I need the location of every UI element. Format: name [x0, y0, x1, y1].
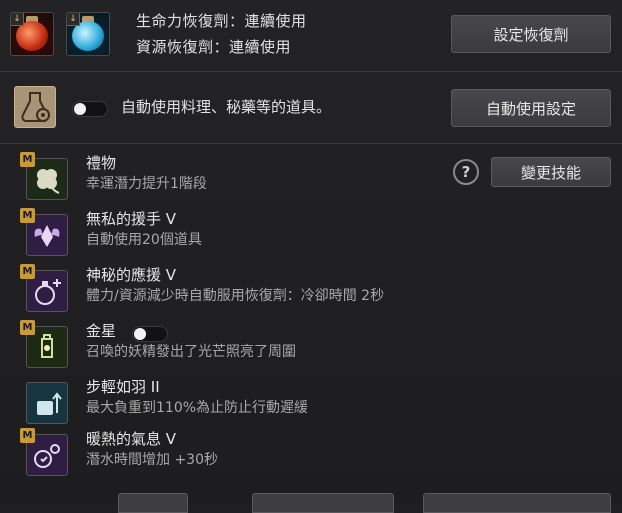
divider — [0, 143, 622, 144]
m-badge: M — [20, 264, 35, 279]
potion-settings-button[interactable]: 設定恢復劑 — [451, 15, 611, 53]
bottom-button[interactable] — [252, 493, 394, 513]
divider — [0, 71, 622, 72]
m-badge: M — [20, 208, 35, 223]
skill-item: M 禮物 幸運潛力提升1階段 — [20, 152, 480, 204]
continuous-use-icon: ↓ — [67, 13, 80, 26]
change-skill-button[interactable]: 變更技能 — [491, 157, 611, 187]
venus-toggle[interactable] — [132, 326, 168, 342]
skill-name: 暖熱的氣息 V — [86, 430, 177, 448]
skill-description: 召喚的妖精發出了光芒照亮了周圍 — [86, 344, 296, 360]
auto-use-toggle[interactable] — [72, 101, 108, 117]
hp-potion-label: 生命力恢復劑：連續使用 — [136, 12, 307, 30]
m-badge: M — [20, 428, 35, 443]
skill-description: 體力/資源減少時自動服用恢復劑：冷卻時間 2秒 — [86, 288, 385, 304]
skill-name: 金星 — [86, 322, 117, 340]
skill-description: 自動使用20個道具 — [86, 232, 202, 248]
skill-description: 最大負重到110%為止防止行動遲緩 — [86, 400, 309, 416]
skill-name: 禮物 — [86, 154, 117, 172]
skill-item: M 暖熱的氣息 V 潛水時間增加 +30秒 — [20, 428, 480, 480]
skill-description: 幸運潛力提升1階段 — [86, 176, 207, 192]
m-badge: M — [20, 320, 35, 335]
skill-name: 步輕如羽 II — [86, 378, 160, 396]
toggle-knob — [74, 103, 86, 115]
skill-item: M 金星 召喚的妖精發出了光芒照亮了周圍 — [20, 320, 480, 372]
auto-use-settings-button[interactable]: 自動使用設定 — [451, 89, 611, 127]
red-potion-icon: ↓ — [10, 12, 54, 56]
toggle-knob — [134, 328, 146, 340]
continuous-use-icon: ↓ — [11, 13, 24, 26]
skill-item: M 神秘的應援 V 體力/資源減少時自動服用恢復劑：冷卻時間 2秒 — [20, 264, 480, 316]
blue-potion-icon: ↓ — [66, 12, 110, 56]
m-badge: M — [20, 152, 35, 167]
skill-name: 無私的援手 V — [86, 210, 177, 228]
resource-potion-label: 資源恢復劑：連續使用 — [136, 38, 292, 56]
weight-icon — [26, 382, 68, 424]
auto-use-label: 自動使用料理、秘藥等的道具。 — [121, 98, 332, 116]
flask-gear-icon — [14, 86, 56, 128]
skill-item: 步輕如羽 II 最大負重到110%為止防止行動遲緩 — [20, 376, 480, 428]
skill-description: 潛水時間增加 +30秒 — [86, 452, 218, 468]
bottom-button[interactable] — [118, 493, 188, 513]
bottom-button[interactable] — [423, 493, 611, 513]
skill-item: M 無私的援手 V 自動使用20個道具 — [20, 208, 480, 260]
skill-name: 神秘的應援 V — [86, 266, 177, 284]
fairy-settings-panel: ↓ ↓ 生命力恢復劑：連續使用 資源恢復劑：連續使用 設定恢復劑 自動使用料理、… — [0, 0, 622, 513]
